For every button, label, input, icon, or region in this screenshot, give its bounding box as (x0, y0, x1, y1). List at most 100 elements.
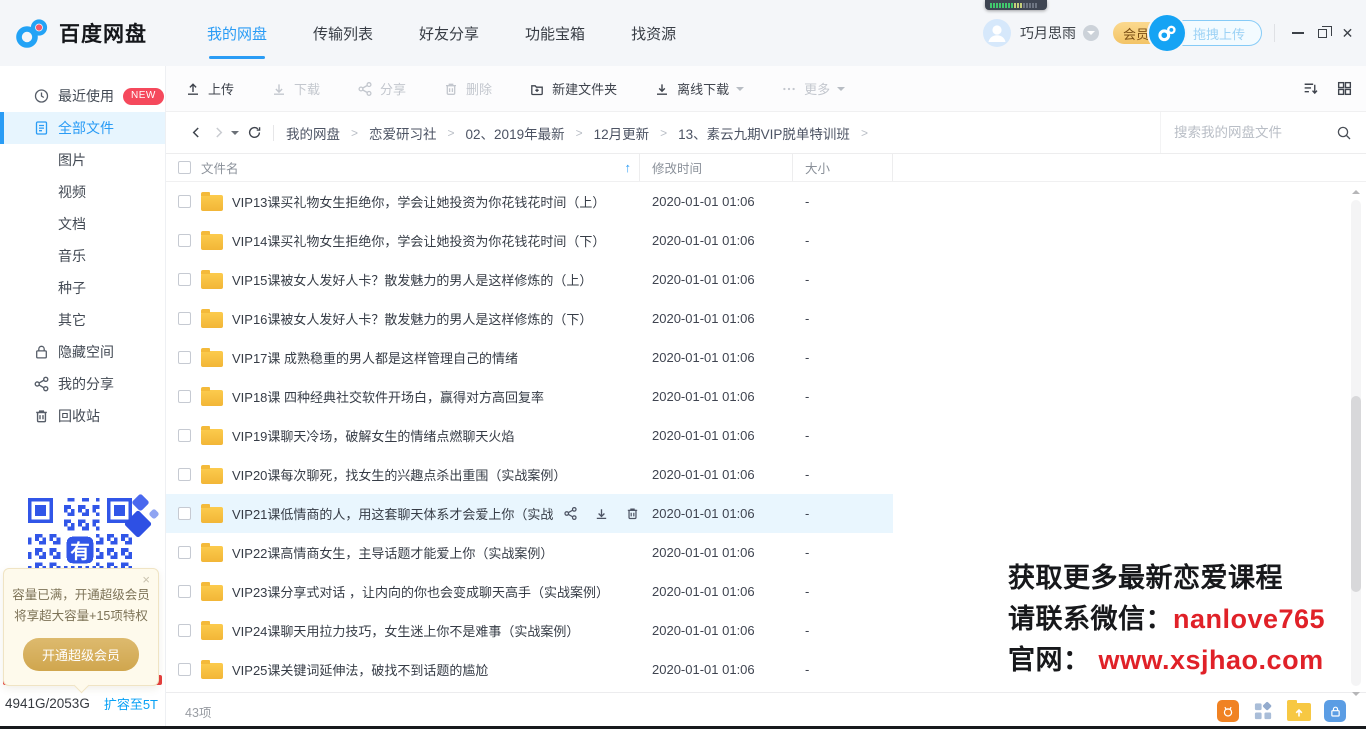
row-checkbox[interactable] (178, 312, 191, 325)
netdisk-cloud-icon[interactable] (1149, 15, 1185, 51)
sort-ascending-icon[interactable]: ↑ (625, 160, 632, 175)
file-name[interactable]: VIP23课分享式对话 ，让内向的你也会变成聊天高手（实战案例） (232, 582, 609, 601)
toolbar-button-new-folder[interactable]: 新建文件夹 (529, 79, 617, 98)
apps-grid-icon[interactable] (1252, 700, 1274, 722)
file-row[interactable]: VIP25课关键词延伸法，破找不到话题的尴尬2020-01-01 01:06- (166, 650, 893, 689)
file-name[interactable]: VIP20课每次聊死，找女生的兴趣点杀出重围（实战案例） (232, 465, 566, 484)
sidebar-item-torrents[interactable]: 种子 (0, 272, 165, 304)
file-row[interactable]: VIP19课聊天冷场，破解女生的情绪点燃聊天火焰2020-01-01 01:06… (166, 416, 893, 455)
search-input[interactable] (1174, 125, 1336, 140)
file-name[interactable]: VIP17课 成熟稳重的男人都是这样管理自己的情绪 (232, 348, 518, 367)
select-all-checkbox[interactable] (178, 161, 191, 174)
tab-my-drive[interactable]: 我的网盘 (201, 0, 273, 66)
file-name[interactable]: VIP16课被女人发好人卡？散发魅力的男人是这样修炼的（下） (232, 309, 592, 328)
search-icon[interactable] (1336, 125, 1352, 141)
file-row[interactable]: VIP17课 成熟稳重的男人都是这样管理自己的情绪2020-01-01 01:0… (166, 338, 893, 377)
row-action-download-icon[interactable] (594, 506, 609, 521)
sidebar-item-documents[interactable]: 文档 (0, 208, 165, 240)
lock-icon[interactable] (1324, 700, 1346, 722)
scroll-up-arrow[interactable] (1352, 186, 1360, 194)
chevron-down-icon[interactable] (1083, 25, 1099, 41)
file-row[interactable]: VIP16课被女人发好人卡？散发魅力的男人是这样修炼的（下）2020-01-01… (166, 299, 893, 338)
file-name[interactable]: VIP13课买礼物女生拒绝你，学会让她投资为你花钱花时间（上） (232, 192, 605, 211)
grid-view-icon[interactable] (1336, 80, 1353, 97)
avatar[interactable] (983, 19, 1011, 47)
row-checkbox[interactable] (178, 234, 191, 247)
sidebar-item-pictures[interactable]: 图片 (0, 144, 165, 176)
row-action-trash-icon[interactable] (625, 506, 640, 521)
toolbar-button-more[interactable]: 更多 (781, 79, 845, 98)
sidebar-item-recycle-bin[interactable]: 回收站 (0, 400, 165, 432)
file-row[interactable]: VIP20课每次聊死，找女生的兴趣点杀出重围（实战案例）2020-01-01 0… (166, 455, 893, 494)
file-name[interactable]: VIP21课低情商的人，用这套聊天体系才会爱上你（实战案... (232, 504, 553, 523)
scrollbar-thumb[interactable] (1351, 396, 1361, 592)
tab-friend-share[interactable]: 好友分享 (413, 0, 485, 66)
minimize-button[interactable] (1285, 20, 1310, 46)
file-row[interactable]: VIP24课聊天用拉力技巧，女生迷上你不是难事（实战案例）2020-01-01 … (166, 611, 893, 650)
file-row[interactable]: VIP18课 四种经典社交软件开场白，赢得对方高回复率2020-01-01 01… (166, 377, 893, 416)
sidebar-item-hidden-space[interactable]: 隐藏空间 (0, 336, 165, 368)
file-name[interactable]: VIP14课买礼物女生拒绝你，学会让她投资为你花钱花时间（下） (232, 231, 605, 250)
lucky-bag-icon[interactable] (1217, 700, 1239, 722)
sidebar-item-my-shares[interactable]: 我的分享 (0, 368, 165, 400)
file-row[interactable]: VIP14课买礼物女生拒绝你，学会让她投资为你花钱花时间（下）2020-01-0… (166, 221, 893, 260)
column-header-time[interactable]: 修改时间 (652, 158, 702, 177)
toolbar-button-share[interactable]: 分享 (357, 79, 406, 98)
back-button[interactable] (185, 122, 207, 144)
row-checkbox[interactable] (178, 273, 191, 286)
restore-button[interactable] (1310, 20, 1335, 46)
tab-transfer-list[interactable]: 传输列表 (307, 0, 379, 66)
row-checkbox[interactable] (178, 663, 191, 676)
row-checkbox[interactable] (178, 585, 191, 598)
row-checkbox[interactable] (178, 624, 191, 637)
file-row[interactable]: VIP15课被女人发好人卡？散发魅力的男人是这样修炼的（上）2020-01-01… (166, 260, 893, 299)
scroll-down-arrow[interactable] (1352, 692, 1360, 700)
file-row[interactable]: VIP13课买礼物女生拒绝你，学会让她投资为你花钱花时间（上）2020-01-0… (166, 182, 893, 221)
row-action-share-icon[interactable] (563, 506, 578, 521)
breadcrumb-item[interactable]: 恋爱研习社 (369, 123, 437, 143)
history-dropdown-icon[interactable] (231, 131, 239, 139)
column-header-size[interactable]: 大小 (805, 158, 830, 177)
toolbar-button-download[interactable]: 下载 (271, 79, 320, 98)
file-name[interactable]: VIP22课高情商女生，主导话题才能爱上你（实战案例） (232, 543, 553, 562)
sidebar-item-all-files[interactable]: 全部文件 (0, 112, 165, 144)
sidebar-item-others[interactable]: 其它 (0, 304, 165, 336)
file-row[interactable]: VIP23课分享式对话 ，让内向的你也会变成聊天高手（实战案例）2020-01-… (166, 572, 893, 611)
row-checkbox[interactable] (178, 195, 191, 208)
sidebar-item-music[interactable]: 音乐 (0, 240, 165, 272)
file-name[interactable]: VIP19课聊天冷场，破解女生的情绪点燃聊天火焰 (232, 426, 514, 445)
row-checkbox[interactable] (178, 546, 191, 559)
toolbar-button-delete[interactable]: 删除 (443, 79, 492, 98)
file-row[interactable]: VIP22课高情商女生，主导话题才能爱上你（实战案例）2020-01-01 01… (166, 533, 893, 572)
expand-capacity-link[interactable]: 扩容至5T (104, 694, 158, 713)
open-super-vip-button[interactable]: 开通超级会员 (23, 638, 139, 671)
file-name[interactable]: VIP25课关键词延伸法，破找不到话题的尴尬 (232, 660, 488, 679)
row-checkbox[interactable] (178, 429, 191, 442)
sidebar-item-recent[interactable]: 最近使用NEW (0, 80, 165, 112)
forward-button[interactable] (207, 122, 229, 144)
file-row[interactable]: VIP21课低情商的人，用这套聊天体系才会爱上你（实战案...2020-01-0… (166, 494, 893, 533)
folder-tip-icon[interactable] (1287, 703, 1311, 721)
refresh-button[interactable] (243, 122, 265, 144)
row-checkbox[interactable] (178, 390, 191, 403)
breadcrumb-item[interactable]: 02、2019年最新 (466, 123, 565, 143)
breadcrumb-item[interactable]: 12月更新 (594, 123, 650, 143)
column-header-name[interactable]: 文件名 (201, 158, 239, 177)
row-checkbox[interactable] (178, 507, 191, 520)
close-button[interactable]: ✕ (1335, 20, 1360, 46)
sort-icon[interactable] (1302, 80, 1319, 97)
toolbar-button-offline-download[interactable]: 离线下载 (654, 79, 744, 98)
username[interactable]: 巧月思雨 (1020, 23, 1076, 43)
breadcrumb-item[interactable]: 我的网盘 (286, 123, 340, 143)
tab-find-resources[interactable]: 找资源 (625, 0, 682, 66)
close-icon[interactable]: × (142, 572, 150, 587)
file-name[interactable]: VIP18课 四种经典社交软件开场白，赢得对方高回复率 (232, 387, 544, 406)
file-name[interactable]: VIP24课聊天用拉力技巧，女生迷上你不是难事（实战案例） (232, 621, 579, 640)
drag-upload-button[interactable]: 拖拽上传 (1179, 20, 1262, 46)
tab-toolbox[interactable]: 功能宝箱 (519, 0, 591, 66)
breadcrumb-item[interactable]: 13、素云九期VIP脱单特训班 (678, 123, 850, 143)
toolbar-button-upload[interactable]: 上传 (185, 79, 234, 98)
file-name[interactable]: VIP15课被女人发好人卡？散发魅力的男人是这样修炼的（上） (232, 270, 592, 289)
row-checkbox[interactable] (178, 468, 191, 481)
row-checkbox[interactable] (178, 351, 191, 364)
